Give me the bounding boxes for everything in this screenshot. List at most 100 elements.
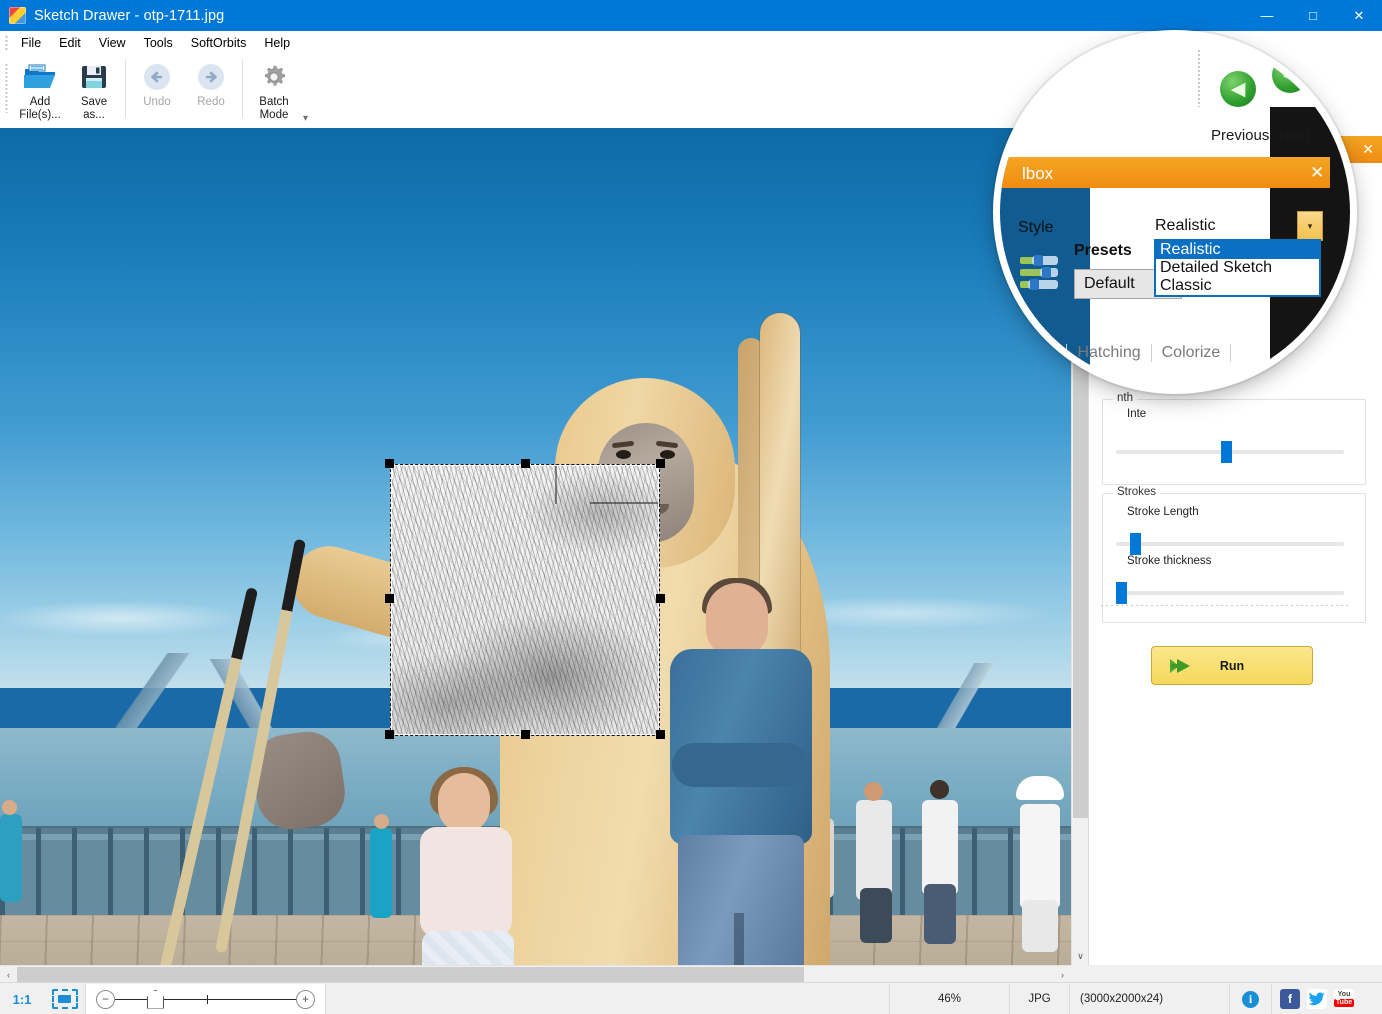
stroke-length-slider-track[interactable] xyxy=(1116,542,1344,546)
menu-item-file[interactable]: File xyxy=(12,33,50,53)
intensity-slider-thumb[interactable] xyxy=(1221,441,1232,463)
batch-mode-label-line2: Mode xyxy=(260,109,289,121)
style-label: Style xyxy=(1018,219,1054,237)
previous-button-icon[interactable]: ◀ xyxy=(1220,71,1256,107)
tab-colorize[interactable]: Colorize xyxy=(1152,344,1232,362)
style-combo-dropdown-button[interactable]: ▾ xyxy=(1297,211,1323,241)
zoom-slider-thumb[interactable] xyxy=(147,990,164,1009)
style-option-detailed-sketch[interactable]: Detailed Sketch xyxy=(1156,259,1319,277)
add-files-label-line1: Add xyxy=(30,96,50,108)
selection-handle-s[interactable] xyxy=(521,730,530,739)
menu-item-softorbits[interactable]: SoftOrbits xyxy=(182,33,256,53)
zoom-ratio-button[interactable]: 1:1 xyxy=(0,984,44,1014)
menu-item-tools[interactable]: Tools xyxy=(135,33,182,53)
close-button[interactable]: ✕ xyxy=(1336,0,1382,31)
redo-arrow-icon xyxy=(191,61,231,93)
next-button-label: Next xyxy=(1279,127,1310,144)
youtube-icon[interactable]: You Tube xyxy=(1334,989,1354,1009)
man-head xyxy=(706,583,768,657)
selection-handle-nw[interactable] xyxy=(385,459,394,468)
selection-handle-se[interactable] xyxy=(656,730,665,739)
zoom-slider[interactable]: − + xyxy=(86,984,326,1014)
canvas-horizontal-scrollbar[interactable]: ‹ › xyxy=(0,965,1071,983)
redo-label: Redo xyxy=(197,96,225,109)
close-icon: ✕ xyxy=(1354,9,1365,22)
crowd-person-head xyxy=(930,780,949,799)
window-controls: — □ ✕ xyxy=(1244,0,1382,31)
selection-handle-sw[interactable] xyxy=(385,730,394,739)
yeti-eye-left xyxy=(616,450,631,459)
tab-hatching[interactable]: Hatching xyxy=(1067,344,1151,362)
maximize-button[interactable]: □ xyxy=(1290,0,1336,31)
undo-arrow-icon xyxy=(137,61,177,93)
status-bar: 1:1 − + 46% JPG (3000x2000x24) i f You xyxy=(0,982,1382,1014)
sketch-selection-region[interactable] xyxy=(390,464,660,736)
batch-mode-button[interactable]: Batch Mode xyxy=(247,55,301,127)
tab-contour[interactable]: ntour xyxy=(1010,344,1067,362)
selection-handle-n[interactable] xyxy=(521,459,530,468)
info-button[interactable]: i xyxy=(1230,984,1272,1014)
toolbar-overflow-button[interactable]: ▾ xyxy=(303,113,308,124)
zoom-out-button[interactable]: − xyxy=(96,990,115,1009)
style-option-classic[interactable]: Classic xyxy=(1156,277,1319,295)
menu-grip-handle[interactable] xyxy=(5,35,8,51)
panel-divider xyxy=(1101,605,1351,606)
facebook-icon[interactable]: f xyxy=(1280,989,1300,1009)
scroll-right-arrow-icon[interactable]: › xyxy=(1054,966,1071,983)
save-as-label-line2: as... xyxy=(83,109,105,121)
image-dimensions-value: (3000x2000x24) xyxy=(1070,984,1230,1014)
menu-item-edit[interactable]: Edit xyxy=(50,33,90,53)
stroke-length-slider-thumb[interactable] xyxy=(1130,533,1141,555)
save-as-button[interactable]: Save as... xyxy=(67,55,121,127)
run-button-label: Run xyxy=(1220,659,1244,673)
stroke-thickness-slider-thumb[interactable] xyxy=(1116,582,1127,604)
youtube-icon-top: You xyxy=(1338,991,1351,999)
image-canvas[interactable] xyxy=(0,128,1071,965)
crowd-person xyxy=(924,884,956,944)
sliders-icon xyxy=(1018,249,1064,295)
strokes-group-box: Strokes Stroke Length Stroke thickness xyxy=(1102,493,1366,623)
minimize-button[interactable]: — xyxy=(1244,0,1290,31)
run-button[interactable]: Run xyxy=(1151,646,1313,685)
crowd-person-head xyxy=(2,800,17,815)
crowd-person-hat xyxy=(1016,776,1064,800)
window-title: Sketch Drawer - otp-1711.jpg xyxy=(34,8,224,24)
selection-handle-ne[interactable] xyxy=(656,459,665,468)
selection-handle-e[interactable] xyxy=(656,594,665,603)
file-format-value: JPG xyxy=(1010,984,1070,1014)
style-dropdown-list[interactable]: Realistic Detailed Sketch Classic xyxy=(1154,239,1321,297)
scroll-left-arrow-icon[interactable]: ‹ xyxy=(0,966,17,983)
batch-mode-label-line1: Batch xyxy=(259,96,288,108)
undo-label: Undo xyxy=(143,96,171,109)
yeti-eye-right xyxy=(660,450,675,459)
toolbar-grip-handle[interactable] xyxy=(5,63,8,113)
toolbar-separator-2 xyxy=(242,60,243,118)
zoom-slider-track[interactable] xyxy=(115,999,296,1000)
undo-button[interactable]: Undo xyxy=(130,55,184,127)
next-button-icon[interactable]: ◀ xyxy=(1272,57,1308,93)
intensity-slider-track[interactable] xyxy=(1116,450,1344,454)
length-group-title: nth xyxy=(1113,392,1137,404)
fit-to-window-button[interactable] xyxy=(44,984,86,1014)
toolbox-panel-close-icon[interactable]: ✕ xyxy=(1362,141,1374,158)
menu-item-help[interactable]: Help xyxy=(255,33,299,53)
horizontal-scrollbar-thumb[interactable] xyxy=(17,967,804,982)
stroke-thickness-slider-track[interactable] xyxy=(1116,591,1344,595)
strokes-group-title: Strokes xyxy=(1113,486,1160,498)
zoom-in-button[interactable]: + xyxy=(296,990,315,1009)
zoom-slider-tick xyxy=(207,995,208,1004)
scroll-down-arrow-icon[interactable]: ∨ xyxy=(1072,948,1089,965)
enable-checkbox-label[interactable]: Enable xyxy=(1040,377,1090,387)
previous-button-label: Previous xyxy=(1211,127,1269,144)
menu-item-view[interactable]: View xyxy=(90,33,135,53)
girl-jacket xyxy=(420,827,512,937)
selection-handle-w[interactable] xyxy=(385,594,394,603)
redo-button[interactable]: Redo xyxy=(184,55,238,127)
style-option-realistic[interactable]: Realistic xyxy=(1156,241,1319,259)
double-chevron-right-icon xyxy=(1168,656,1190,674)
presets-label: Presets xyxy=(1074,242,1132,260)
add-files-button[interactable]: Add File(s)... xyxy=(13,55,67,127)
twitter-icon[interactable] xyxy=(1307,989,1327,1009)
add-files-label-line2: File(s)... xyxy=(19,109,61,121)
lens-toolbox-close-icon[interactable]: ✕ xyxy=(1310,163,1324,183)
